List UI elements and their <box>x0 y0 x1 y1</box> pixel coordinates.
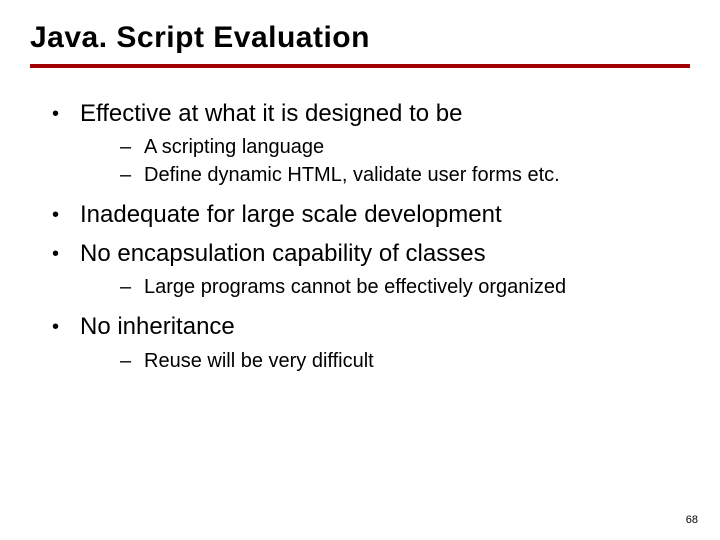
bullet-item: • No encapsulation capability of classes <box>52 238 690 270</box>
title-underline <box>30 64 690 68</box>
sub-bullet-item: – A scripting language <box>120 134 690 161</box>
page-number: 68 <box>686 514 698 526</box>
dash-icon: – <box>120 274 144 301</box>
dash-icon: – <box>120 162 144 189</box>
bullet-icon: • <box>52 311 80 343</box>
bullet-icon: • <box>52 199 80 231</box>
sub-bullet-text: Large programs cannot be effectively org… <box>144 274 690 301</box>
bullet-text: No encapsulation capability of classes <box>80 238 690 270</box>
sub-bullet-item: – Define dynamic HTML, validate user for… <box>120 162 690 189</box>
bullet-text: Effective at what it is designed to be <box>80 98 690 130</box>
slide: Java. Script Evaluation • Effective at w… <box>0 0 720 540</box>
sub-bullet-group: – Large programs cannot be effectively o… <box>120 274 690 301</box>
slide-title: Java. Script Evaluation <box>30 20 690 56</box>
sub-bullet-item: – Large programs cannot be effectively o… <box>120 274 690 301</box>
sub-bullet-group: – Reuse will be very difficult <box>120 348 690 375</box>
slide-body: • Effective at what it is designed to be… <box>30 98 690 375</box>
dash-icon: – <box>120 134 144 161</box>
bullet-item: • Inadequate for large scale development <box>52 199 690 231</box>
bullet-icon: • <box>52 98 80 130</box>
bullet-text: No inheritance <box>80 311 690 343</box>
sub-bullet-item: – Reuse will be very difficult <box>120 348 690 375</box>
sub-bullet-text: Define dynamic HTML, validate user forms… <box>144 162 690 189</box>
bullet-text: Inadequate for large scale development <box>80 199 690 231</box>
bullet-item: • Effective at what it is designed to be <box>52 98 690 130</box>
sub-bullet-text: A scripting language <box>144 134 690 161</box>
dash-icon: – <box>120 348 144 375</box>
bullet-icon: • <box>52 238 80 270</box>
sub-bullet-text: Reuse will be very difficult <box>144 348 690 375</box>
bullet-item: • No inheritance <box>52 311 690 343</box>
sub-bullet-group: – A scripting language – Define dynamic … <box>120 134 690 189</box>
